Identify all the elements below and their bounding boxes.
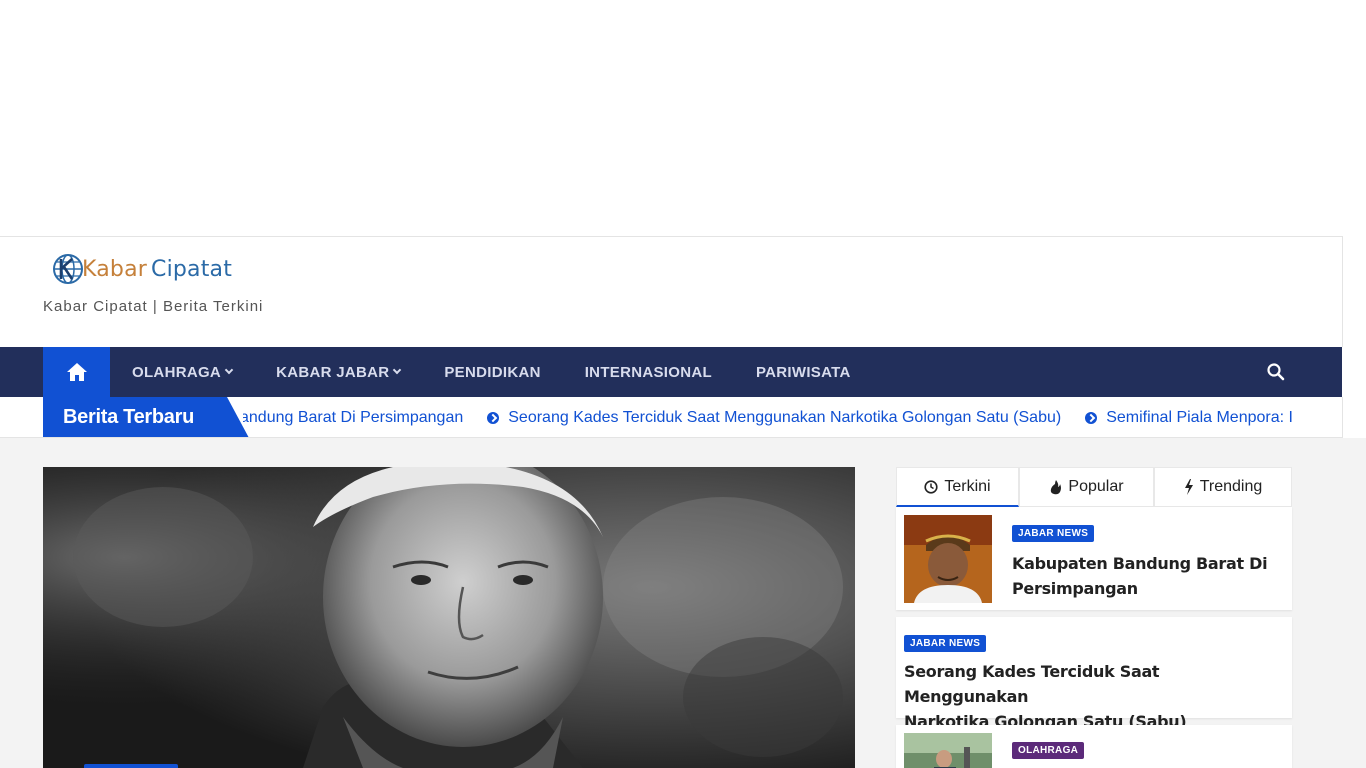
ticker-label: Berita Terbaru xyxy=(43,397,249,437)
site-header: Kabar Cipatat Kabar Cipatat | Berita Terk… xyxy=(0,236,1343,347)
sidebar-post[interactable]: JABAR NEWS Kabupaten Bandung Barat Di Pe… xyxy=(896,507,1292,610)
home-icon xyxy=(66,363,87,381)
sidebar-tabs: Terkini Popular Trending xyxy=(896,467,1292,507)
post-thumbnail-image xyxy=(904,733,992,768)
ticker-item[interactable]: Seorang Kades Terciduk Saat Menggunakan … xyxy=(487,409,1061,427)
post-title[interactable]: Kabupaten Bandung Barat Di Persimpangan xyxy=(1012,551,1282,601)
arrow-circle-right-icon xyxy=(1085,411,1098,424)
category-badge[interactable]: JABAR NEWS xyxy=(1012,525,1095,542)
nav-home-button[interactable] xyxy=(43,347,110,397)
ticker-item[interactable]: andung Barat Di Persimpangan xyxy=(243,409,463,427)
site-tagline: Kabar Cipatat | Berita Terkini xyxy=(43,298,264,315)
tab-label: Popular xyxy=(1068,478,1124,495)
post-title-line: Persimpangan xyxy=(1012,579,1138,598)
chevron-down-icon xyxy=(224,365,234,375)
nav-item-olahraga[interactable]: OLAHRAGA xyxy=(110,347,254,397)
ad-space xyxy=(0,0,1366,236)
chevron-down-icon xyxy=(393,365,402,375)
tab-trending[interactable]: Trending xyxy=(1154,467,1292,507)
post-thumbnail-image xyxy=(904,515,992,603)
tab-label: Terkini xyxy=(944,477,991,495)
post-thumbnail[interactable] xyxy=(904,515,992,603)
search-icon[interactable] xyxy=(1266,362,1286,382)
ticker-track: andung Barat Di Persimpangan Seorang Kad… xyxy=(243,397,1293,437)
nav-item-pariwisata[interactable]: PARIWISATA xyxy=(734,347,873,397)
globe-logo-icon xyxy=(53,254,83,284)
logo-wordmark: Kabar Cipatat xyxy=(82,257,232,282)
nav-item-label: PENDIDIKAN xyxy=(444,363,541,381)
sidebar-widget: Terkini Popular Trending JABAR NEWS Kabu… xyxy=(896,467,1292,768)
nav-menu: OLAHRAGA KABAR JABAR PENDIDIKAN INTERNAS… xyxy=(110,347,873,397)
tab-terkini[interactable]: Terkini xyxy=(896,467,1019,507)
category-badge[interactable]: JABAR NEWS xyxy=(904,635,987,652)
fire-icon xyxy=(1051,480,1062,495)
ticker-item-text: andung Barat Di Persimpangan xyxy=(243,408,464,426)
nav-item-pendidikan[interactable]: PENDIDIKAN xyxy=(422,347,562,397)
post-title-line: Seorang Kades Terciduk Saat Menggunakan xyxy=(904,662,1160,706)
bolt-icon xyxy=(1184,479,1193,495)
post-title-line: Kabupaten Bandung Barat Di xyxy=(1012,554,1268,573)
post-title[interactable]: Seorang Kades Terciduk Saat Menggunakan … xyxy=(904,659,1284,734)
sidebar-post[interactable]: JABAR NEWS Seorang Kades Terciduk Saat M… xyxy=(896,617,1292,731)
arrow-circle-right-icon xyxy=(487,411,500,424)
nav-item-label: OLAHRAGA xyxy=(132,363,222,381)
logo-word-cipatat: Cipatat xyxy=(151,256,233,282)
tab-label: Trending xyxy=(1199,478,1263,495)
main-navbar: OLAHRAGA KABAR JABAR PENDIDIKAN INTERNAS… xyxy=(0,347,1342,397)
nav-item-internasional[interactable]: INTERNASIONAL xyxy=(563,347,734,397)
ticker-item-text: Semifinal Piala Menpora: I xyxy=(1106,408,1293,426)
nav-item-label: PARIWISATA xyxy=(755,363,851,381)
nav-item-label: INTERNASIONAL xyxy=(584,363,712,381)
nav-item-label: KABAR JABAR xyxy=(276,363,390,381)
tab-popular[interactable]: Popular xyxy=(1019,467,1154,507)
featured-portrait-image xyxy=(43,467,855,768)
sidebar-post[interactable]: OLAHRAGA xyxy=(896,725,1292,768)
category-badge[interactable]: OLAHRAGA xyxy=(1012,742,1085,759)
logo-word-kabar: Kabar xyxy=(82,256,148,282)
featured-post-image[interactable] xyxy=(43,467,855,768)
news-ticker: Berita Terbaru andung Barat Di Persimpan… xyxy=(0,397,1343,438)
featured-category-badge[interactable] xyxy=(84,764,178,768)
clock-icon xyxy=(924,479,938,494)
nav-item-kabar-jabar[interactable]: KABAR JABAR xyxy=(254,347,422,397)
post-thumbnail[interactable] xyxy=(904,733,992,768)
site-logo[interactable]: Kabar Cipatat xyxy=(52,251,232,287)
ticker-item-text: Seorang Kades Terciduk Saat Menggunakan … xyxy=(508,408,1062,426)
ticker-item[interactable]: Semifinal Piala Menpora: I xyxy=(1085,409,1293,427)
